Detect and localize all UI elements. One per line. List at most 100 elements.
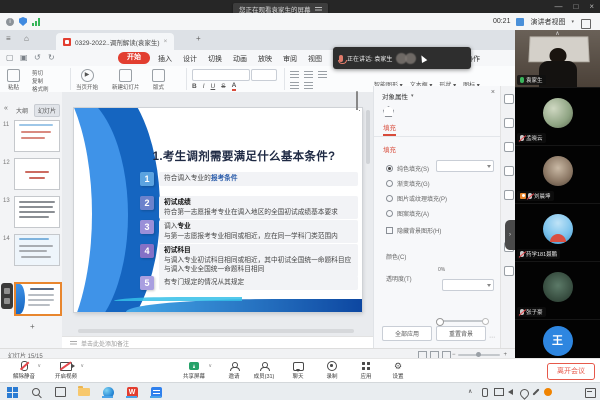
members-button[interactable]: 成员(31) <box>246 361 282 380</box>
apps-button[interactable]: 应用 <box>348 361 384 380</box>
more-button[interactable]: ⋯ <box>489 334 495 341</box>
strike-button[interactable]: S <box>221 83 225 90</box>
cut-button[interactable]: 剪切 <box>32 69 49 77</box>
strip-tool-icon[interactable] <box>504 94 514 104</box>
notification-center-icon[interactable] <box>585 388 596 398</box>
participant-tile-video[interactable]: ∧ 袁家生 <box>515 30 600 87</box>
add-slide-button[interactable]: + <box>30 322 35 331</box>
fill-option-pattern[interactable]: 图案填充(A) <box>386 209 429 218</box>
minimize-button[interactable]: — <box>554 0 562 13</box>
meeting-app-button[interactable] <box>150 386 162 398</box>
chat-button[interactable]: 聊天 <box>280 361 316 380</box>
slide-thumbnail-13[interactable] <box>14 196 60 228</box>
redo-icon[interactable]: ↻ <box>48 53 55 62</box>
paste-button[interactable]: 粘贴 <box>7 69 20 91</box>
new-tab-button[interactable]: + <box>196 34 201 43</box>
color-dropdown[interactable] <box>442 279 494 291</box>
sidebar-collapse-icon[interactable]: ∧ <box>555 30 559 37</box>
line-spacing-icon[interactable] <box>304 82 313 89</box>
bell-icon[interactable] <box>356 91 358 110</box>
copy-button[interactable]: 复制 <box>32 77 49 85</box>
menu-design[interactable]: 设计 <box>183 54 197 64</box>
menu-insert[interactable]: 插入 <box>158 54 172 64</box>
strip-tool-icon[interactable] <box>504 190 514 200</box>
share-mini-toolbar[interactable] <box>1 283 13 309</box>
font-color-button[interactable]: A <box>232 82 237 91</box>
strip-tool-icon[interactable] <box>504 166 514 176</box>
reset-background-button[interactable]: 重置背景 <box>436 326 486 341</box>
menu-slideshow[interactable]: 放映 <box>258 54 272 64</box>
menu-transition[interactable]: 切换 <box>208 54 222 64</box>
hide-background-checkbox[interactable]: 隐藏背景图形(H) <box>386 226 441 235</box>
slide-thumbnail-14[interactable] <box>14 234 60 266</box>
fill-option-picture[interactable]: 图片或纹理填充(P) <box>386 194 447 203</box>
banner-menu-icon[interactable] <box>315 7 322 12</box>
bold-button[interactable]: B <box>192 83 197 90</box>
strip-tool-icon[interactable] <box>504 118 514 128</box>
new-slide-button[interactable]: 新建幻灯片 <box>112 69 140 91</box>
panel-collapse-button[interactable]: « <box>4 105 8 112</box>
close-button[interactable]: × <box>589 0 594 13</box>
fill-option-gradient[interactable]: 渐变填充(G) <box>386 179 430 188</box>
security-shield-icon[interactable] <box>19 17 27 26</box>
share-screen-button[interactable]: ∨ 共享屏幕 <box>176 361 212 380</box>
wps-home-icon[interactable]: ≡ <box>6 34 11 43</box>
italic-button[interactable]: I <box>203 83 205 90</box>
wps-menu-icon[interactable]: ⌂ <box>24 34 29 43</box>
camera-caret-icon[interactable]: ∨ <box>80 363 84 369</box>
number-list-icon[interactable] <box>290 82 299 89</box>
taskbar-search-button[interactable] <box>30 386 42 398</box>
meeting-info-icon[interactable]: i <box>6 18 14 26</box>
settings-button[interactable]: ⚙ 设置 <box>380 361 416 380</box>
wps-app-button[interactable]: W <box>126 386 138 398</box>
vertical-scrollbar[interactable] <box>366 110 370 164</box>
document-tab[interactable]: 0329-2022..调剂解读(袁家生) × <box>56 33 174 50</box>
fill-option-solid[interactable]: 纯色填充(S) <box>386 164 429 173</box>
slide-thumbnail-11[interactable] <box>14 120 60 152</box>
apply-all-button[interactable]: 全部应用 <box>382 326 432 341</box>
strip-tool-icon[interactable] <box>504 142 514 152</box>
participant-tile[interactable]: 张子豪 <box>515 262 600 319</box>
fullscreen-icon[interactable] <box>581 19 591 29</box>
view-mode-caret-icon[interactable]: ▾ <box>571 19 574 25</box>
participant-tile[interactable]: 药学181聂鹏 <box>515 204 600 261</box>
file-explorer-button[interactable] <box>78 386 90 398</box>
transparency-slider[interactable] <box>436 320 488 322</box>
undo-icon[interactable]: ↺ <box>34 53 41 62</box>
strip-tool-icon[interactable] <box>504 266 514 276</box>
underline-button[interactable]: U <box>211 83 216 90</box>
tray-mic-icon[interactable] <box>482 388 488 397</box>
panel-close-icon[interactable]: × <box>491 89 495 96</box>
edge-browser-button[interactable] <box>102 386 114 398</box>
leave-meeting-button[interactable]: 离开会议 <box>547 363 595 380</box>
view-mode-label[interactable]: 演讲者视图 <box>530 17 565 27</box>
fill-type-dropdown[interactable] <box>436 160 494 172</box>
mic-caret-icon[interactable]: ∨ <box>37 363 41 369</box>
align-left-icon[interactable] <box>290 71 299 78</box>
start-button[interactable] <box>6 386 18 398</box>
participant-tile[interactable]: 刘晨坤 <box>515 146 600 203</box>
menu-animation[interactable]: 动画 <box>233 54 247 64</box>
panel-collapse-handle[interactable]: › <box>505 220 515 250</box>
slide-thumbnail-12[interactable] <box>14 158 60 190</box>
menu-home[interactable]: 开始 <box>118 52 150 64</box>
tab-slides[interactable]: 幻灯片 <box>34 104 60 117</box>
play-from-current-button[interactable]: ▶ 当页开始 <box>76 69 98 91</box>
participant-tile[interactable]: 王 <box>515 320 600 358</box>
font-family-select[interactable] <box>192 69 250 81</box>
start-video-button[interactable]: ∨ 开启视频 <box>48 361 84 380</box>
align-center-icon[interactable] <box>304 71 313 78</box>
share-caret-icon[interactable]: ∨ <box>208 363 212 369</box>
layout-button[interactable]: 版式 <box>152 69 165 91</box>
horizontal-scrollbar[interactable] <box>78 329 354 333</box>
current-slide[interactable]: 1.考生调剂需要满足什么基本条件? 1 符合调入专业的报考条件 2 初试成绩符合… <box>74 108 362 312</box>
new-file-icon[interactable]: ▢ <box>6 53 14 62</box>
record-button[interactable]: 录制 <box>314 361 350 380</box>
tab-close-icon[interactable]: × <box>164 38 168 45</box>
maximize-button[interactable]: □ <box>573 0 578 13</box>
font-size-select[interactable] <box>251 69 277 81</box>
tray-expand-icon[interactable]: ∧ <box>468 388 472 395</box>
panel-title-caret-icon[interactable]: ▾ <box>411 93 414 99</box>
tray-antivirus-icon[interactable] <box>544 388 552 396</box>
menu-view[interactable]: 视图 <box>308 54 322 64</box>
